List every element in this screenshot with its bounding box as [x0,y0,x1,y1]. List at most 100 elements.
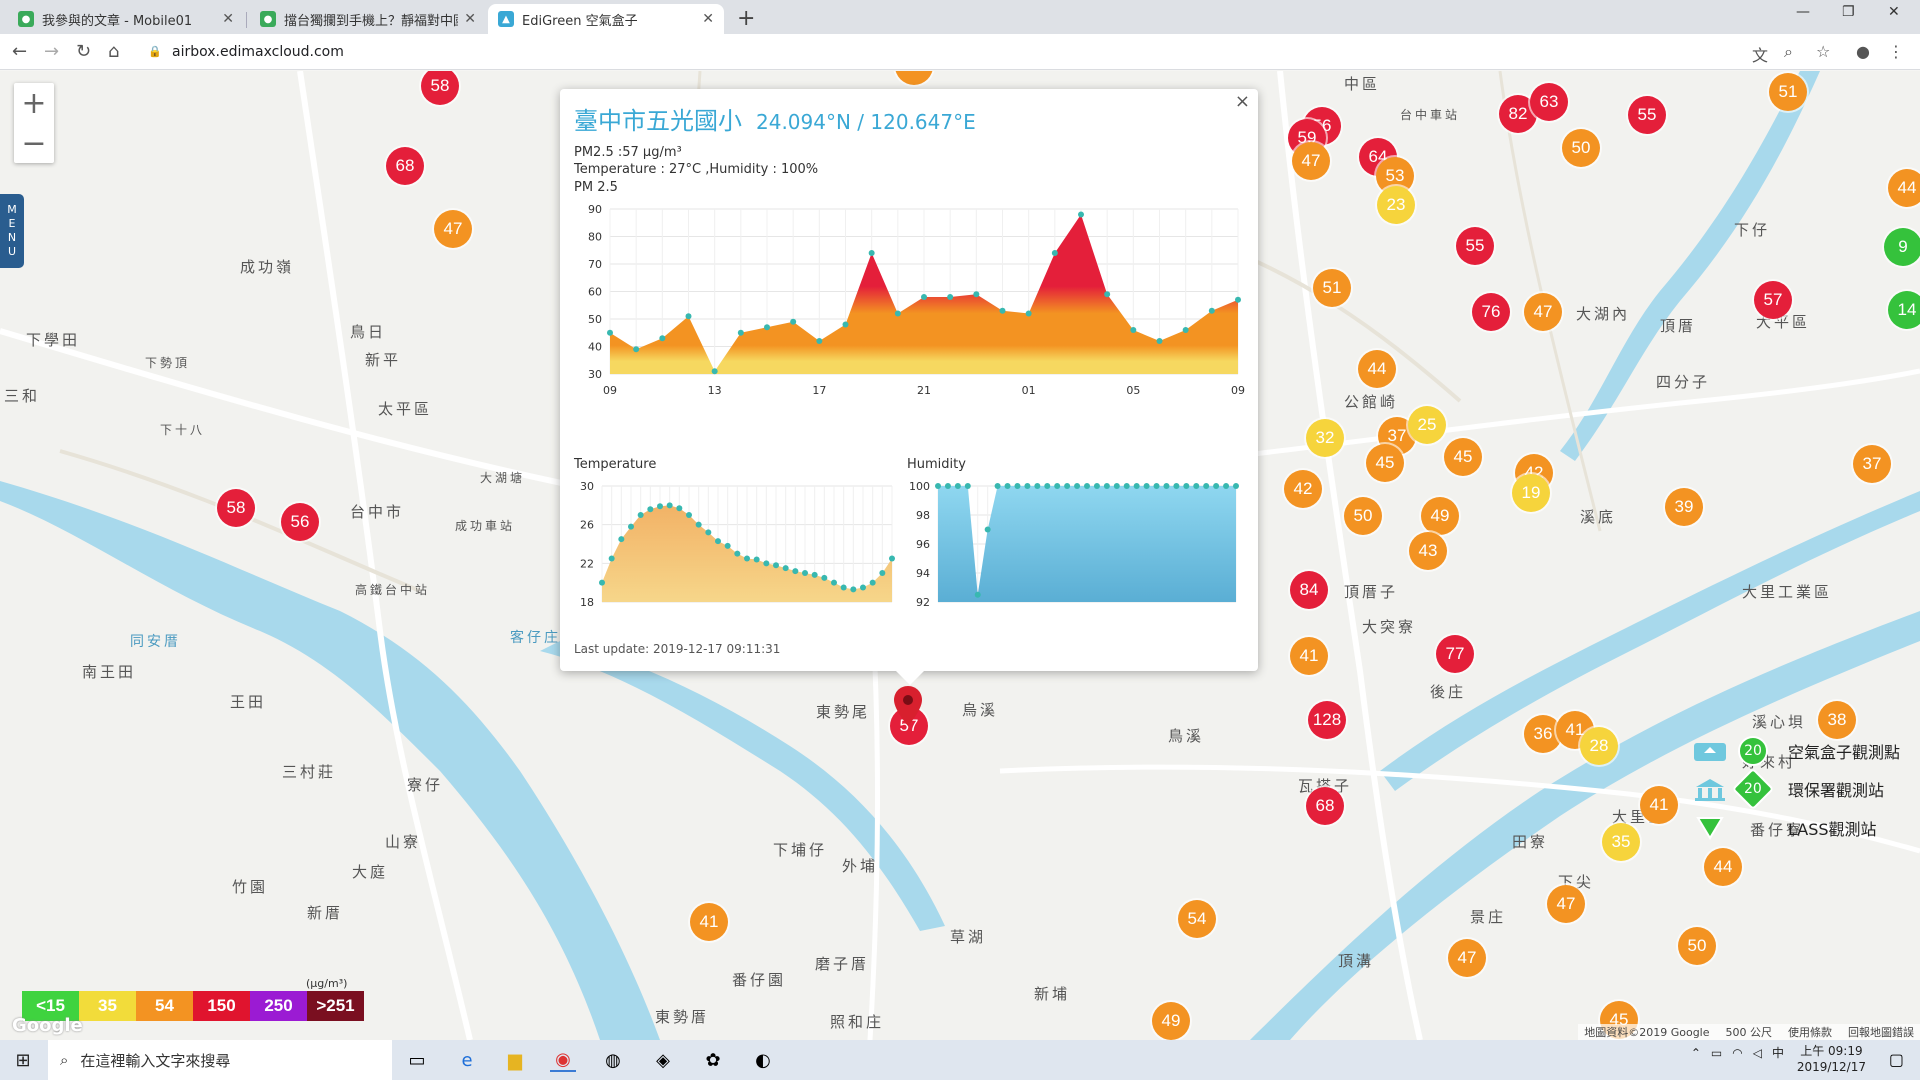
air-station-marker[interactable]: 50 [1562,129,1600,167]
air-station-marker[interactable]: 76 [1472,293,1510,331]
air-station-marker[interactable]: 68 [1306,787,1344,825]
air-station-marker[interactable]: 84 [1290,571,1328,609]
tab-mobile01[interactable]: ● 我參與的文章 - Mobile01 ✕ [8,4,244,34]
chrome-browser-icon[interactable]: ◉ [550,1048,576,1072]
air-station-marker[interactable]: 57 [1754,281,1792,319]
air-station-marker[interactable]: 128 [1308,701,1346,739]
close-tab-icon[interactable]: ✕ [222,11,234,27]
air-station-marker[interactable]: 47 [1448,939,1486,977]
app-icon[interactable]: ◈ [650,1048,676,1072]
report-error-link[interactable]: 回報地圖錯誤 [1848,1024,1914,1040]
show-hidden-icons-icon[interactable]: ⌃ [1691,1046,1701,1060]
back-arrow-icon[interactable]: ← [12,41,27,62]
taskbar-clock[interactable]: 上午 09:19 2019/12/17 [1797,1043,1866,1075]
air-station-marker[interactable]: 47 [1547,885,1585,923]
data-point [1064,483,1071,489]
air-station-marker[interactable]: 41 [1290,637,1328,675]
wifi-icon[interactable]: ◠ [1732,1046,1742,1060]
air-station-marker[interactable]: 51 [1769,73,1807,111]
air-station-marker[interactable]: 28 [1580,727,1618,765]
air-station-marker[interactable]: 44 [1358,350,1396,388]
profile-icon[interactable]: ● [1856,42,1870,61]
air-station-marker[interactable]: 77 [1436,635,1474,673]
popup-close-button[interactable]: × [1235,91,1250,112]
air-station-marker[interactable]: 37 [1853,445,1891,483]
app-icon[interactable]: ✿ [700,1048,726,1072]
air-station-marker[interactable]: 23 [1377,186,1415,224]
air-station-marker[interactable]: 9 [1884,228,1920,266]
ime-indicator[interactable]: 中 [1772,1044,1784,1061]
air-station-marker[interactable]: 47 [434,210,472,248]
air-station-marker[interactable]: 49 [1152,1002,1190,1040]
home-icon[interactable]: ⌂ [108,41,119,62]
air-station-marker[interactable]: 49 [1421,497,1459,535]
air-station-marker[interactable]: 50 [1678,927,1716,965]
air-station-marker[interactable]: 51 [1313,269,1351,307]
place-label: 下埔仔 [773,841,828,859]
task-view-icon[interactable]: ▭ [404,1048,430,1072]
pm25-reading: PM2.5 :57 μg/m³ [574,145,682,160]
data-point [711,368,718,375]
air-station-marker[interactable]: 39 [1665,488,1703,526]
minimize-icon[interactable]: — [1796,4,1810,20]
air-station-marker[interactable]: 45 [1444,438,1482,476]
air-station-marker[interactable]: 56 [281,503,319,541]
air-station-marker[interactable]: 44 [1704,848,1742,886]
tab-article[interactable]: ● 擋台獨攔到手機上？靜福對中國長… ✕ [250,4,486,34]
place-label: 外埔 [842,857,879,875]
air-station-marker[interactable]: 45 [1366,444,1404,482]
air-station-marker[interactable]: 35 [1602,823,1640,861]
air-station-marker[interactable]: 43 [1409,532,1447,570]
air-station-marker[interactable]: 42 [1284,470,1322,508]
legend-badge-text: 20 [1744,780,1762,797]
close-window-icon[interactable]: ✕ [1888,4,1900,20]
air-station-marker[interactable]: 55 [1456,227,1494,265]
volume-icon[interactable]: ◁ [1753,1046,1762,1060]
station-info-popup: × 臺中市五光國小 24.094°N / 120.647°E PM2.5 :57 … [560,89,1258,671]
air-station-marker[interactable]: 25 [1408,406,1446,444]
zoom-in-button[interactable]: + [14,83,54,123]
air-station-marker[interactable]: 47 [1524,293,1562,331]
air-station-marker[interactable]: 47 [1292,142,1330,180]
terms-link[interactable]: 使用條款 [1788,1024,1832,1040]
air-station-marker[interactable]: 44 [1888,169,1920,207]
air-station-marker[interactable]: 50 [1344,497,1382,535]
location-pin-icon[interactable] [894,686,922,726]
translate-icon[interactable]: 文 [1752,42,1768,66]
map-area[interactable]: 成功嶺 鳥日 新平 太平區 下學田 三和 下勢頂 下十八 台中市 成功車站 大湖… [0,71,1920,1040]
menu-tab-button[interactable]: MENU [0,194,24,268]
place-label: 下十八 [160,423,206,437]
air-station-marker[interactable]: 19 [1512,474,1550,512]
air-station-marker[interactable]: 41 [690,903,728,941]
battery-icon[interactable]: ▭ [1711,1046,1722,1060]
forward-arrow-icon[interactable]: → [44,41,59,62]
zoom-out-button[interactable]: − [14,123,54,163]
app-icon[interactable]: ◐ [750,1048,776,1072]
air-station-marker[interactable]: 68 [386,147,424,185]
x-tick-label: 21 [917,384,931,397]
air-station-marker[interactable]: 54 [1178,900,1216,938]
air-station-marker[interactable]: 32 [1306,419,1344,457]
app-icon[interactable]: ◍ [600,1048,626,1072]
file-explorer-icon[interactable]: ▆ [502,1048,528,1072]
air-station-marker[interactable]: 55 [1628,96,1666,134]
maximize-icon[interactable]: ❐ [1842,4,1855,20]
edge-browser-icon[interactable]: e [454,1048,480,1072]
menu-dots-icon[interactable]: ⋮ [1888,42,1904,61]
tab-edigreen[interactable]: ▲ EdiGreen 空氣盒子 ✕ [488,4,724,34]
air-station-marker[interactable]: 14 [1888,291,1920,329]
close-tab-icon[interactable]: ✕ [702,11,714,27]
new-tab-button[interactable]: + [737,6,755,31]
zoom-icon[interactable]: ⌕ [1784,42,1793,62]
air-station-marker[interactable]: 38 [1818,701,1856,739]
air-station-marker[interactable]: 63 [1530,83,1568,121]
windows-start-icon[interactable]: ⊞ [0,1040,46,1080]
air-station-marker[interactable]: 58 [217,489,255,527]
notification-icon[interactable]: ▢ [1889,1050,1904,1069]
air-station-marker[interactable]: 41 [1640,786,1678,824]
taskbar-search-box[interactable]: ⌕ 在這裡輸入文字來搜尋 [48,1040,392,1080]
reload-icon[interactable]: ↻ [76,41,91,62]
url-field[interactable]: airbox.edimaxcloud.com [142,39,1762,65]
close-tab-icon[interactable]: ✕ [464,11,476,27]
bookmark-star-icon[interactable]: ☆ [1816,42,1830,61]
